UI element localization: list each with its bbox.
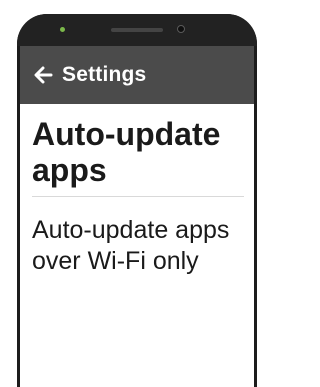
top-bezel: [17, 14, 257, 46]
wifi-only-option[interactable]: Auto-update apps over Wi-Fi only: [32, 215, 244, 277]
section-heading: Auto-update apps: [32, 116, 244, 197]
back-button[interactable]: [32, 64, 54, 86]
screen: Settings Auto-update apps Auto-update ap…: [20, 46, 254, 387]
app-bar-title: Settings: [62, 63, 147, 86]
earpiece-speaker: [111, 28, 163, 32]
arrow-left-icon: [34, 66, 53, 84]
sensor-light: [60, 27, 65, 32]
app-bar: Settings: [20, 46, 254, 104]
phone-frame: Settings Auto-update apps Auto-update ap…: [17, 14, 257, 387]
settings-content: Auto-update apps Auto-update apps over W…: [32, 116, 244, 277]
front-camera: [177, 25, 185, 33]
